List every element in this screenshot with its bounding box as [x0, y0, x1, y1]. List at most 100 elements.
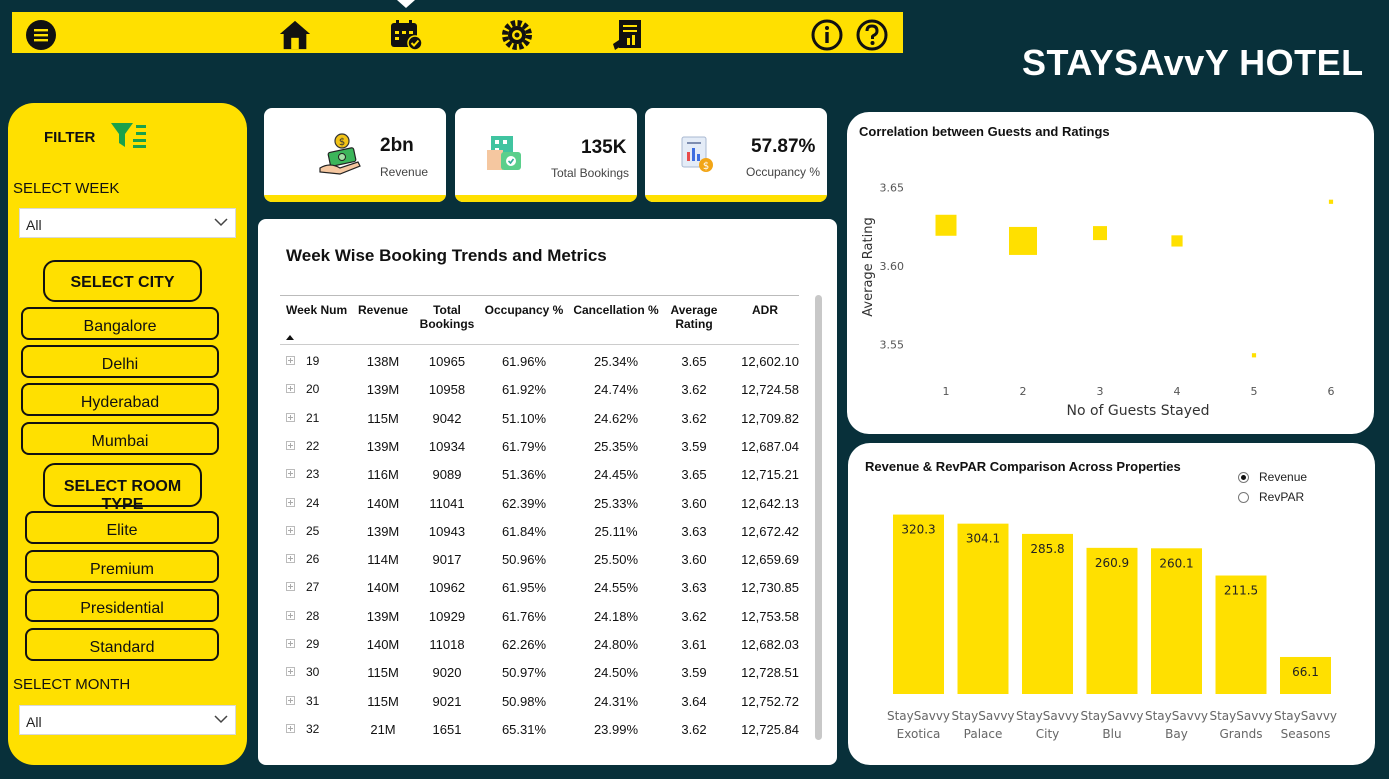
table-row[interactable]: 32 21M 1651 65.31% 23.99% 3.62 12,725.84 — [280, 716, 799, 744]
expand-plus-icon[interactable] — [286, 356, 295, 365]
table-cell: 12,709.82 — [741, 410, 799, 426]
table-cell: 23.99% — [593, 721, 639, 737]
expand-plus-icon[interactable] — [286, 384, 295, 394]
select-city-header[interactable]: SELECT CITY — [43, 260, 202, 302]
table-row[interactable]: 25 139M 10943 61.84% 25.11% 3.63 12,672.42 — [280, 518, 799, 546]
table-row[interactable]: 19 138M 10965 61.96% 25.34% 3.65 12,602.10 — [280, 348, 799, 376]
home-icon[interactable] — [278, 18, 312, 52]
room-option-premium[interactable]: Premium — [25, 550, 219, 583]
select-week-label: SELECT WEEK — [13, 180, 120, 197]
table-cell: 50.96% — [501, 552, 547, 568]
table-cell: 12,687.04 — [741, 438, 799, 454]
expand-plus-icon[interactable] — [286, 695, 295, 705]
table-cell: 3.64 — [681, 693, 707, 709]
table-cell: 9089 — [432, 467, 462, 483]
month-dropdown[interactable]: All — [19, 705, 236, 735]
table-row[interactable]: 26 114M 9017 50.96% 25.50% 3.60 12,659.69 — [280, 546, 799, 574]
table-cell: 21M — [370, 721, 396, 737]
menu-icon[interactable] — [24, 18, 58, 52]
kpi-revenue-card: $ 2bn Revenue — [264, 108, 446, 202]
col-occupancy[interactable]: Occupancy % — [484, 303, 564, 317]
kpi-revenue-value: 2bn — [380, 135, 414, 156]
city-option-hyderabad[interactable]: Hyderabad — [21, 383, 219, 416]
help-icon[interactable] — [855, 18, 889, 52]
city-option-delhi[interactable]: Delhi — [21, 345, 219, 378]
table-scrollbar[interactable] — [815, 295, 822, 740]
table-row[interactable]: 20 139M 10958 61.92% 24.74% 3.62 12,724.58 — [280, 376, 799, 404]
expand-plus-icon[interactable] — [286, 554, 295, 564]
expand-plus-icon[interactable] — [286, 639, 295, 648]
table-row[interactable]: 22 139M 10934 61.79% 25.35% 3.59 12,687.04 — [280, 433, 799, 461]
col-revenue[interactable]: Revenue — [358, 303, 408, 317]
filter-panel: FILTER SELECT WEEK All SELECT CITY Banga… — [8, 103, 247, 765]
city-option-bangalore[interactable]: Bangalore — [21, 307, 219, 340]
top-nav-bar — [10, 10, 905, 55]
col-average-rating[interactable]: Average Rating — [668, 303, 720, 331]
room-option-elite[interactable]: Elite — [25, 511, 219, 544]
table-cell: 24.62% — [593, 410, 639, 426]
col-week-num[interactable]: Week Num — [286, 303, 347, 317]
expand-plus-icon[interactable] — [286, 667, 295, 677]
table-row[interactable]: 21 115M 9042 51.10% 24.62% 3.62 12,709.82 — [280, 405, 799, 433]
col-adr[interactable]: ADR — [740, 303, 790, 317]
table-cell: 24.50% — [593, 665, 639, 681]
table-cell: 10965 — [428, 354, 466, 369]
table-cell: 9021 — [432, 693, 462, 709]
filter-funnel-icon[interactable] — [110, 121, 148, 156]
calendar-check-icon[interactable] — [389, 18, 423, 52]
expand-plus-icon[interactable] — [286, 723, 295, 733]
info-icon[interactable] — [810, 18, 844, 52]
kpi-occupancy-value: 57.87% — [751, 136, 816, 157]
x-tick-label: 3 — [1097, 385, 1104, 398]
bar — [957, 523, 1009, 694]
room-option-presidential[interactable]: Presidential — [25, 589, 219, 622]
table-cell: 10929 — [428, 608, 466, 624]
table-row[interactable]: 31 115M 9021 50.98% 24.31% 3.64 12,752.72 — [280, 688, 799, 716]
select-room-type-header[interactable]: SELECT ROOM TYPE — [43, 463, 202, 513]
x-category-label: StaySavvy — [887, 709, 950, 723]
x-category-label: City — [1036, 727, 1060, 741]
table-cell: 3.62 — [681, 382, 707, 398]
table-cell: 10962 — [428, 580, 466, 596]
week-dropdown[interactable]: All — [19, 208, 236, 238]
expand-plus-icon[interactable] — [286, 610, 295, 620]
bar-data-label: 66.1 — [1292, 665, 1319, 679]
room-option-standard[interactable]: Standard — [25, 628, 219, 661]
table-cell: 3.61 — [681, 637, 707, 652]
table-row[interactable]: 23 116M 9089 51.36% 24.45% 3.65 12,715.21 — [280, 461, 799, 489]
table-cell: 9017 — [432, 552, 462, 568]
table-cell: 139M — [366, 382, 400, 398]
bar-data-label: 285.8 — [1030, 542, 1064, 556]
table-row[interactable]: 30 115M 9020 50.97% 24.50% 3.59 12,728.51 — [280, 659, 799, 687]
table-cell: 12,672.42 — [741, 523, 799, 539]
table-cell: 65.31% — [501, 721, 547, 737]
sort-asc-icon[interactable] — [286, 335, 294, 340]
table-row[interactable]: 24 140M 11041 62.39% 25.33% 3.60 12,642.13 — [280, 490, 799, 518]
city-option-mumbai[interactable]: Mumbai — [21, 422, 219, 455]
scatter-point — [1171, 235, 1183, 247]
table-cell: 61.84% — [501, 523, 547, 539]
settings-gear-icon[interactable] — [500, 18, 534, 52]
table-cell: 10943 — [428, 523, 466, 539]
table-row[interactable]: 28 139M 10929 61.76% 24.18% 3.62 12,753.58 — [280, 603, 799, 631]
expand-plus-icon[interactable] — [286, 582, 295, 592]
table-row[interactable]: 29 140M 11018 62.26% 24.80% 3.61 12,682.03 — [280, 631, 799, 659]
occupancy-chart-icon: $ — [681, 136, 713, 172]
expand-plus-icon[interactable] — [286, 412, 295, 422]
expand-plus-icon[interactable] — [286, 440, 295, 450]
table-cell: 114M — [367, 552, 399, 568]
table-cell: 140M — [366, 495, 400, 511]
report-icon[interactable] — [611, 18, 645, 52]
table-row[interactable]: 27 140M 10962 61.95% 24.55% 3.63 12,730.85 — [280, 574, 799, 602]
expand-plus-icon[interactable] — [286, 525, 295, 535]
expand-plus-icon[interactable] — [286, 469, 295, 479]
table-cell: 28 — [306, 608, 320, 623]
table-cell: 31 — [306, 693, 320, 708]
col-cancellation[interactable]: Cancellation % — [568, 303, 664, 317]
table-top-divider — [280, 295, 799, 296]
week-dropdown-value: All — [26, 217, 42, 233]
table-cell: 10958 — [428, 382, 466, 398]
col-total-bookings[interactable]: Total Bookings — [418, 303, 476, 331]
expand-plus-icon[interactable] — [286, 497, 295, 507]
hotel-booking-icon — [487, 136, 521, 170]
